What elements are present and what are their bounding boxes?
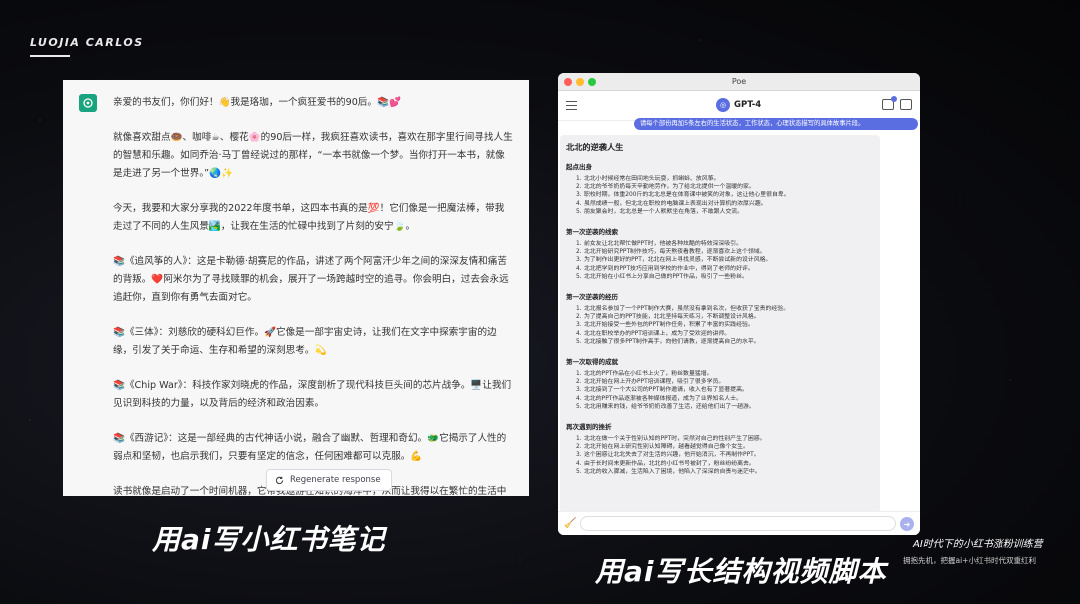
new-chat-icon[interactable] bbox=[900, 99, 912, 110]
list-item: 5. 北北用赚来的钱，给爷爷奶奶改善了生活，还给他们出了一趟游。 bbox=[576, 403, 755, 410]
list-item: 5. 朋友聚会时，北北总是一个人默默坐在角落，不敢跟人交流。 bbox=[576, 208, 744, 215]
chat-paragraph: 📚《追风筝的人》：这是卡勒德·胡赛尼的作品，讲述了两个阿富汗少年之间的深深友情和… bbox=[113, 256, 509, 303]
poe-header: ◎ GPT-4 bbox=[558, 91, 920, 121]
section-heading: 第一次逆袭的线索 bbox=[566, 228, 618, 237]
list-item: 5. 北北的收入骤减，生活陷入了困境，他陷入了深深的自责与迷茫中。 bbox=[576, 468, 761, 475]
bot-name-label: GPT-4 bbox=[734, 100, 762, 110]
caption-left: 用ai写小红书笔记 bbox=[152, 523, 386, 556]
section-heading: 第一次逆袭的经历 bbox=[566, 293, 618, 302]
list-item: 3. 为了制作出更好的PPT，北北在网上寻找灵感，不断尝试新的设计风格。 bbox=[576, 257, 772, 264]
chatgpt-response-panel: 亲爱的书友们，你们好！👋我是珞珈，一个疯狂爱书的90后。📚💕 就像喜欢甜点🍩、咖… bbox=[63, 80, 529, 496]
chat-paragraph: 📚《Chip War》：科技作家刘晓虎的作品，深度剖析了现代科技巨头间的芯片战争… bbox=[113, 380, 512, 409]
poe-app-window: Poe ◎ GPT-4 请每个部份再加5条左右的生活状态，工作状态，心理状态描写… bbox=[558, 73, 920, 535]
arrow-right-icon: ➜ bbox=[903, 519, 911, 529]
promo-subtitle: 拥抱先机，把握ai+小红书时代双重红利 bbox=[903, 556, 1036, 565]
list-item: 1. 北北报名参加了一个PPT制作大赛，虽然没有拿到名次，但收获了宝贵的经验。 bbox=[576, 306, 790, 313]
window-titlebar: Poe bbox=[558, 73, 920, 91]
chat-paragraph: 今天，我要和大家分享我的2022年度书单，这四本书真的是💯！它们像是一把魔法棒，… bbox=[113, 203, 505, 232]
list-item: 3. 北北接到了一个大公司的PPT制作邀请，收入也有了显著提高。 bbox=[576, 387, 748, 394]
section-list: 1. 北北的PPT作品在小红书上火了，粉丝数量猛增。 2. 北北开始在网上开办PPT培… bbox=[566, 370, 874, 411]
chat-paragraph: 就像喜欢甜点🍩、咖啡☕、樱花🌸的90后一样，我疯狂喜欢读书，喜欢在那字里行间寻找… bbox=[113, 132, 513, 179]
brand-underline bbox=[30, 55, 70, 57]
list-item: 4. 由于长时间未更新作品，北北的小红书号被封了，粉丝纷纷离去。 bbox=[576, 460, 755, 467]
list-item: 3. 职校时期，体重200斤的北北总是在体育课中被笑的对象，这让他心里很自卑。 bbox=[576, 192, 790, 199]
list-item: 4. 北北的PPT作品逐渐被各种媒体报道，成为了业界知名人士。 bbox=[576, 395, 742, 402]
brand-logo: LUOJIA CARLOS bbox=[30, 36, 144, 49]
user-message-bubble: 请每个部份再加5条左右的生活状态，工作状态，心理状态描写的具体故事片段。 bbox=[634, 118, 918, 130]
section-heading: 起点出身 bbox=[566, 163, 592, 171]
window-title: Poe bbox=[731, 77, 747, 86]
list-item: 1. 北北在做一个关于性别认知的PPT时，突然对自己的性别产生了困惑。 bbox=[576, 436, 766, 443]
regenerate-response-button[interactable]: Regenerate response bbox=[266, 469, 392, 491]
chatgpt-logo-icon bbox=[79, 94, 97, 112]
bot-avatar-icon: ◎ bbox=[716, 98, 730, 112]
list-item: 1. 北北小时候经常在田间地头玩耍，抓蝌蚪、放风筝。 bbox=[576, 176, 720, 182]
section-list: 1. 北北报名参加了一个PPT制作大赛，虽然没有拿到名次，但收获了宝贵的经验。 2.… bbox=[566, 305, 874, 346]
list-item: 2. 北北的爷爷奶奶每天辛勤地劳作，为了给北北提供一个温暖的家。 bbox=[576, 184, 755, 191]
list-item: 4. 虽然成绩一般，但北北在职校的电脑课上表现出对计算机的浓厚兴趣。 bbox=[576, 200, 767, 207]
refresh-icon bbox=[275, 476, 284, 484]
list-item: 4. 北北在职校举办的PPT培训课上，成为了受欢迎的讲师。 bbox=[576, 330, 731, 337]
list-item: 2. 北北开始研究PPT制作技巧，每天熬夜看教程，逐渐喜欢上这个领域。 bbox=[576, 249, 766, 256]
chat-response-text: 亲爱的书友们，你们好！👋我是珞珈，一个疯狂爱书的90后。📚💕 就像喜欢甜点🍩、咖… bbox=[113, 94, 513, 496]
list-item: 2. 北北开始在网上开办PPT培训课程，吸引了很多学员。 bbox=[576, 379, 725, 386]
chat-paragraph: 亲爱的书友们，你们好！👋我是珞珈，一个疯狂爱书的90后。📚💕 bbox=[113, 97, 401, 108]
section-list: 1. 北北在做一个关于性别认知的PPT时，突然对自己的性别产生了困惑。 2. 北北开始… bbox=[566, 435, 874, 476]
list-item: 2. 为了提高自己的PPT技能，北北坚持每天练习，不断调整设计风格。 bbox=[576, 314, 760, 321]
section-heading: 再次遇到的挫折 bbox=[566, 423, 612, 432]
list-item: 3. 这个困惑让北北失去了对生活的兴趣，他开始消沉，不再制作PPT。 bbox=[576, 452, 760, 459]
list-item: 5. 北北开始在小红书上分享自己做的PPT作品，吸引了一些粉丝。 bbox=[576, 273, 748, 280]
script-title: 北北的逆袭人生 bbox=[566, 142, 624, 152]
clear-context-icon[interactable]: 🧹 bbox=[564, 518, 576, 529]
caption-right: 用ai写长结构视频脚本 bbox=[595, 555, 887, 588]
list-item: 5. 北北接触了很多PPT制作高手，向他们请教，逐渐提高自己的水平。 bbox=[576, 338, 760, 345]
bot-message-bubble: 北北的逆袭人生 起点出身 1. 北北小时候经常在田间地头玩耍，抓蝌蚪、放风筝。 2. 北… bbox=[560, 135, 880, 513]
script-sections: 起点出身 1. 北北小时候经常在田间地头玩耍，抓蝌蚪、放风筝。 2. 北北的爷爷奶奶每天… bbox=[566, 161, 874, 476]
section-list: 1. 北北小时候经常在田间地头玩耍，抓蝌蚪、放风筝。 2. 北北的爷爷奶奶每天辛勤地劳… bbox=[566, 175, 874, 216]
promo-title: AI时代下的小红书涨粉训练营 bbox=[913, 539, 1043, 550]
section-list: 1. 前女友让北北帮忙做PPT时，他被各种炫酷的特效深深吸引。 2. 北北开始研究PP… bbox=[566, 240, 874, 281]
send-button[interactable]: ➜ bbox=[900, 517, 914, 531]
list-item: 2. 北北开始在网上研究性别认知障碍，越看越觉得自己像个女生。 bbox=[576, 444, 749, 451]
chat-paragraph: 📚《三体》：刘慈欣的硬科幻巨作。🚀它像是一部宇宙史诗，让我们在文字中探索宇宙的边… bbox=[113, 327, 497, 356]
section-heading: 第一次取得的成就 bbox=[566, 358, 618, 367]
message-input[interactable] bbox=[580, 516, 896, 531]
regenerate-label: Regenerate response bbox=[290, 475, 381, 485]
list-item: 1. 北北的PPT作品在小红书上火了，粉丝数量猛增。 bbox=[576, 371, 713, 378]
share-icon[interactable] bbox=[882, 96, 897, 110]
bot-selector[interactable]: ◎ GPT-4 bbox=[716, 98, 761, 112]
message-composer: 🧹 ➜ bbox=[558, 511, 920, 535]
chat-paragraph: 📚《西游记》：这是一部经典的古代神话小说，融合了幽默、哲理和奇幻。🐲它揭示了人性… bbox=[113, 433, 507, 462]
list-item: 1. 前女友让北北帮忙做PPT时，他被各种炫酷的特效深深吸引。 bbox=[576, 241, 742, 248]
list-item: 3. 北北开始接受一些外包的PPT制作任务，积累了丰富的实践经验。 bbox=[576, 322, 754, 329]
list-item: 4. 北北把学到的PPT技巧应用到学校的作业中，得到了老师的好评。 bbox=[576, 265, 754, 272]
menu-icon[interactable] bbox=[566, 101, 577, 113]
